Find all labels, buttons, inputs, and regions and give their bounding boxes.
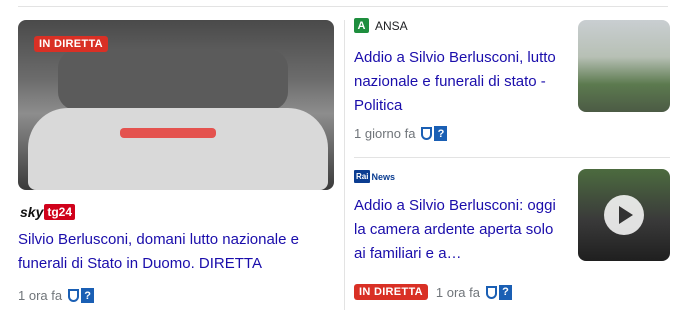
car-roof-shape <box>58 50 288 110</box>
skytg24-logo: sky tg24 <box>20 204 76 220</box>
play-button[interactable] <box>604 195 644 235</box>
story-headline[interactable]: Addio a Silvio Berlusconi, lutto naziona… <box>354 46 564 118</box>
shield-icon <box>68 289 80 302</box>
story-meta: IN DIRETTA 1 ora fa ? <box>354 284 512 300</box>
car-body-shape <box>28 108 328 190</box>
shield-icon <box>421 127 433 140</box>
video-thumbnail[interactable] <box>578 169 670 261</box>
source-name: ANSA <box>375 18 408 33</box>
live-badge: IN DIRETTA <box>354 284 428 300</box>
timestamp: 1 giorno fa <box>354 126 416 141</box>
story-card-ansa[interactable]: A ANSA Addio a Silvio Berlusconi, lutto … <box>354 18 672 148</box>
fact-check-icons[interactable]: ? <box>421 126 448 141</box>
story-card-rainews[interactable]: Rai News Addio a Silvio Berlusconi: oggi… <box>354 168 672 308</box>
story-headline[interactable]: Addio a Silvio Berlusconi: oggi la camer… <box>354 194 564 266</box>
sky-logo-word: sky <box>20 204 44 220</box>
lead-story-headline[interactable]: Silvio Berlusconi, domani lutto nazional… <box>18 228 328 276</box>
shield-icon <box>486 285 497 299</box>
timestamp: 1 ora fa <box>18 288 63 303</box>
rai-mark-icon: Rai <box>354 170 371 183</box>
ansa-mark-icon: A <box>354 18 369 33</box>
column-divider <box>344 20 345 310</box>
play-icon <box>619 206 633 224</box>
ansa-logo: A ANSA <box>354 18 408 33</box>
timestamp: 1 ora fa <box>435 284 480 300</box>
car-brake-light <box>120 128 216 138</box>
top-divider <box>18 6 668 7</box>
rainews-logo: Rai News <box>354 170 395 183</box>
source-name: News <box>371 171 395 182</box>
question-icon: ? <box>434 126 448 141</box>
fact-check-icons[interactable]: ? <box>68 288 95 303</box>
question-icon: ? <box>81 288 95 303</box>
tg24-logo-tag: tg24 <box>44 204 76 220</box>
lead-story-meta: 1 ora fa ? <box>18 288 95 303</box>
live-badge: IN DIRETTA <box>34 36 108 52</box>
lead-story-image[interactable]: IN DIRETTA <box>18 20 334 190</box>
story-divider <box>354 157 670 158</box>
story-meta: 1 giorno fa ? <box>354 126 448 141</box>
story-thumbnail[interactable] <box>578 20 670 112</box>
question-icon: ? <box>499 284 512 300</box>
fact-check-icons[interactable]: ? <box>486 284 512 300</box>
